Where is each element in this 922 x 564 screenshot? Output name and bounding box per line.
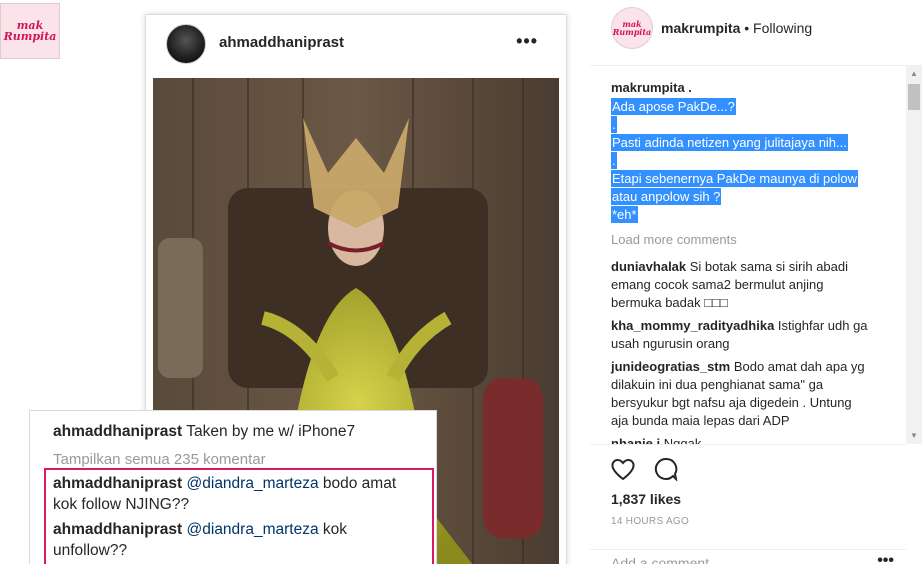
heart-icon[interactable]: [610, 457, 636, 481]
comments-scrollbar[interactable]: ▲ ▼: [906, 66, 922, 444]
comment-icon[interactable]: [654, 457, 678, 481]
scrollbar-thumb[interactable]: [908, 84, 920, 110]
comment-text: Nggak: [663, 436, 702, 444]
comment-username[interactable]: junideogratias_stm: [611, 359, 730, 374]
comment-username[interactable]: kha_mommy_radityadhika: [611, 318, 774, 333]
post-comment-2: ahmaddhaniprast @diandra_marteza kok: [53, 521, 347, 539]
comment-text: bermuka badak □□□: [611, 295, 728, 310]
post-actions: 1,837 likes 14 HOURS AGO Add a comment..…: [590, 444, 906, 564]
caption-username[interactable]: ahmaddhaniprast: [53, 423, 182, 440]
post-timestamp[interactable]: 14 HOURS AGO: [611, 516, 689, 527]
post-username[interactable]: ahmaddhaniprast: [219, 34, 344, 51]
comment-username[interactable]: ahmaddhaniprast: [53, 475, 182, 492]
comment-text: dilakuin ini dua penghianat sama" ga: [611, 377, 824, 392]
scroll-down-arrow[interactable]: ▼: [906, 428, 922, 444]
comment-text: Bodo amat dah apa yg: [733, 359, 865, 374]
view-all-comments-link[interactable]: Tampilkan semua 235 komentar: [53, 451, 266, 468]
scroll-up-arrow[interactable]: ▲: [906, 66, 922, 82]
caption-line: .: [611, 116, 617, 133]
post-more-options-icon[interactable]: •••: [516, 31, 538, 52]
caption-line: ahmaddhaniprast Taken by me w/ iPhone7: [53, 423, 355, 441]
comment-mention[interactable]: @diandra_marteza: [187, 521, 319, 538]
comment-text: bodo amat: [322, 475, 397, 492]
caption-author[interactable]: makrumpita .: [611, 80, 692, 95]
comment-text: Istighfar udh ga: [777, 318, 868, 333]
comment-username[interactable]: nhanie.i: [611, 436, 660, 444]
post-comment-1: ahmaddhaniprast @diandra_marteza bodo am…: [53, 475, 396, 493]
logo-line-2: Rumpita: [3, 30, 57, 43]
caption-line: Etapi sebenernya PakDe maunya di polow: [611, 170, 858, 187]
comment-text: usah ngurusin orang: [611, 336, 730, 351]
caption-line: .: [611, 152, 617, 169]
load-more-comments-link[interactable]: Load more comments: [611, 232, 737, 247]
caption-overlay: ahmaddhaniprast Taken by me w/ iPhone7 T…: [29, 410, 437, 564]
comment-mention[interactable]: @diandra_marteza: [187, 475, 319, 492]
more-options-icon[interactable]: •••: [877, 552, 894, 564]
comment-text: kok: [322, 521, 348, 538]
comment-text: aja bunda maia lepas dari ADP: [611, 413, 790, 428]
comment-text: bersyukur bgt nafsu aja digedein . Untun…: [611, 395, 852, 410]
caption-line: Ada apose PakDe...?: [611, 98, 736, 115]
add-comment-input[interactable]: Add a comment...: [611, 555, 721, 564]
caption-line: atau anpolow sih ?: [611, 188, 722, 205]
profile-avatar[interactable]: mak Rumpita: [611, 7, 653, 49]
following-status[interactable]: • Following: [744, 20, 812, 36]
post-comment-2-cont: unfollow??: [53, 542, 128, 559]
comment-username[interactable]: ahmaddhaniprast: [53, 521, 182, 538]
caption-text: Taken by me w/ iPhone7: [186, 423, 356, 440]
post-comment-1-cont: kok follow NJING??: [53, 496, 190, 513]
comment-item: nhanie.i Nggak: [611, 435, 901, 444]
comment-item: junideogratias_stm Bodo amat dah apa yg …: [611, 358, 901, 430]
post-header: ahmaddhaniprast •••: [146, 15, 566, 75]
avatar-logo-line-2: Rumpita: [612, 27, 652, 37]
action-icons: [610, 457, 678, 481]
profile-username-row: makrumpita • Following: [661, 20, 812, 36]
caption-line: *eh*: [611, 206, 638, 223]
post-avatar[interactable]: [166, 24, 206, 64]
comment-item: duniavhalak Si botak sama si sirih abadi…: [611, 258, 901, 312]
comments-list[interactable]: makrumpita . Ada apose PakDe...? . Pasti…: [590, 66, 906, 444]
comment-text: Si botak sama si sirih abadi: [689, 259, 849, 274]
add-comment-row: Add a comment... •••: [590, 549, 906, 564]
makrumpita-logo: mak Rumpita: [0, 3, 60, 59]
like-count[interactable]: 1,837 likes: [611, 491, 681, 507]
caption-line: Pasti adinda netizen yang julitajaya nih…: [611, 134, 848, 151]
comment-item: kha_mommy_radityadhika Istighfar udh ga …: [611, 317, 901, 353]
profile-username[interactable]: makrumpita: [661, 20, 740, 36]
comment-username[interactable]: duniavhalak: [611, 259, 686, 274]
comment-text: emang cocok sama2 bermulut anjing: [611, 277, 824, 292]
panel-header: mak Rumpita makrumpita • Following: [590, 0, 922, 66]
